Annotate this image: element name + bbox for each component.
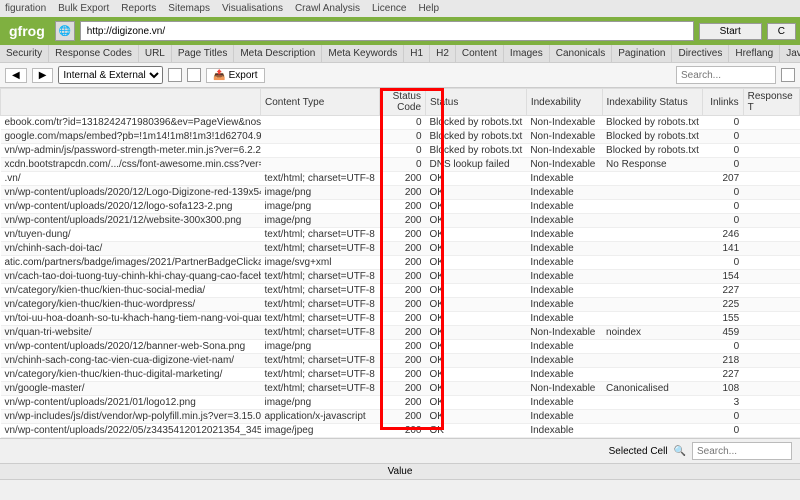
table-row[interactable]: vn/wp-content/uploads/2020/12/logo-sofa1… <box>1 200 800 214</box>
table-row[interactable]: vn/chinh-sach-cong-tac-vien-cua-digizone… <box>1 354 800 368</box>
table-row[interactable]: ebook.com/tr?id=1318242471980396&ev=Page… <box>1 116 800 130</box>
menu-visualisations[interactable]: Visualisations <box>222 3 283 14</box>
menu-figuration[interactable]: figuration <box>5 3 46 14</box>
tree-icon[interactable] <box>168 68 182 82</box>
list-icon[interactable] <box>187 68 201 82</box>
globe-icon[interactable]: 🌐 <box>55 21 75 41</box>
menu-bulk-export[interactable]: Bulk Export <box>58 3 109 14</box>
settings-icon[interactable] <box>781 68 795 82</box>
prev-button[interactable]: ◀ <box>5 68 27 83</box>
start-button[interactable]: Start <box>699 23 762 40</box>
table-row[interactable]: vn/wp-content/uploads/2021/01/logo12.png… <box>1 396 800 410</box>
value-column-header: Value <box>0 463 800 480</box>
menu-crawl-analysis[interactable]: Crawl Analysis <box>295 3 360 14</box>
tab-bar: SecurityResponse CodesURLPage TitlesMeta… <box>0 45 800 63</box>
tab-meta-description[interactable]: Meta Description <box>234 45 322 62</box>
url-bar: gfrog 🌐 Start C <box>0 17 800 45</box>
menu-help[interactable]: Help <box>418 3 439 14</box>
table-row[interactable]: vn/wp-content/uploads/2020/12/banner-web… <box>1 340 800 354</box>
table-row[interactable]: .vn/text/html; charset=UTF-8200OKIndexab… <box>1 172 800 186</box>
tab-page-titles[interactable]: Page Titles <box>172 45 234 62</box>
table-row[interactable]: vn/category/kien-thuc/kien-thuc-digital-… <box>1 368 800 382</box>
table-row[interactable]: vn/wp-admin/js/password-strength-meter.m… <box>1 144 800 158</box>
tab-url[interactable]: URL <box>139 45 172 62</box>
tab-meta-keywords[interactable]: Meta Keywords <box>322 45 404 62</box>
app-logo: gfrog <box>4 23 50 39</box>
menu-sitemaps[interactable]: Sitemaps <box>168 3 210 14</box>
clear-button[interactable]: C <box>767 23 796 40</box>
search-icon: 🔍 <box>674 446 686 457</box>
col-header[interactable] <box>1 89 261 116</box>
bottom-search-input[interactable] <box>692 442 792 460</box>
col-header[interactable]: Inlinks <box>703 89 743 116</box>
menu-licence[interactable]: Licence <box>372 3 406 14</box>
results-table: Content TypeStatus CodeStatusIndexabilit… <box>0 88 800 438</box>
next-button[interactable]: ▶ <box>32 68 54 83</box>
tab-security[interactable]: Security <box>0 45 49 62</box>
table-row[interactable]: vn/wp-content/uploads/2020/12/Logo-Digiz… <box>1 186 800 200</box>
tab-canonicals[interactable]: Canonicals <box>550 45 612 62</box>
table-row[interactable]: vn/wp-content/uploads/2022/04/Zalo_logo_… <box>1 438 800 439</box>
table-row[interactable]: vn/wp-content/uploads/2021/12/website-30… <box>1 214 800 228</box>
col-header[interactable]: Status Code <box>379 89 425 116</box>
col-header[interactable]: Content Type <box>261 89 380 116</box>
tab-content[interactable]: Content <box>456 45 504 62</box>
col-header[interactable]: Indexability Status <box>602 89 703 116</box>
table-row[interactable]: vn/category/kien-thuc/kien-thuc-wordpres… <box>1 298 800 312</box>
tab-pagination[interactable]: Pagination <box>612 45 672 62</box>
tab-hreflang[interactable]: Hreflang <box>729 45 780 62</box>
tab-response-codes[interactable]: Response Codes <box>49 45 139 62</box>
table-row[interactable]: vn/google-master/text/html; charset=UTF-… <box>1 382 800 396</box>
url-input[interactable] <box>80 21 694 41</box>
table-row[interactable]: xcdn.bootstrapcdn.com/.../css/font-aweso… <box>1 158 800 172</box>
table-row[interactable]: vn/wp-content/uploads/2022/05/z343541201… <box>1 424 800 438</box>
table-row[interactable]: vn/category/kien-thuc/kien-thuc-social-m… <box>1 284 800 298</box>
table-row[interactable]: vn/toi-uu-hoa-doanh-so-tu-khach-hang-tie… <box>1 312 800 326</box>
selected-cells-label: Selected Cell <box>609 446 668 457</box>
table-row[interactable]: vn/tuyen-dung/text/html; charset=UTF-820… <box>1 228 800 242</box>
col-header[interactable]: Response T <box>743 89 799 116</box>
toolbar: ◀ ▶ Internal & External 📤 Export <box>0 63 800 88</box>
results-table-wrap: Content TypeStatus CodeStatusIndexabilit… <box>0 88 800 438</box>
table-row[interactable]: google.com/maps/embed?pb=!1m14!1m8!1m3!1… <box>1 130 800 144</box>
col-header[interactable]: Status <box>426 89 527 116</box>
search-input[interactable] <box>676 66 776 84</box>
tab-directives[interactable]: Directives <box>672 45 729 62</box>
filter-select[interactable]: Internal & External <box>58 66 163 84</box>
table-row[interactable]: vn/chinh-sach-doi-tac/text/html; charset… <box>1 242 800 256</box>
tab-images[interactable]: Images <box>504 45 550 62</box>
tab-h2[interactable]: H2 <box>430 45 456 62</box>
col-header[interactable]: Indexability <box>526 89 602 116</box>
bottom-panel: Selected Cell 🔍 Value <box>0 438 800 480</box>
export-button[interactable]: 📤 Export <box>206 68 264 83</box>
menubar: figuration Bulk Export Reports Sitemaps Visu… <box>0 0 800 17</box>
table-row[interactable]: atic.com/partners/badge/images/2021/Part… <box>1 256 800 270</box>
menu-reports[interactable]: Reports <box>121 3 156 14</box>
tab-javascript[interactable]: JavaScript <box>780 45 800 62</box>
tab-h1[interactable]: H1 <box>404 45 430 62</box>
table-row[interactable]: vn/cach-tao-doi-tuong-tuy-chinh-khi-chay… <box>1 270 800 284</box>
table-row[interactable]: vn/quan-tri-website/text/html; charset=U… <box>1 326 800 340</box>
table-row[interactable]: vn/wp-includes/js/dist/vendor/wp-polyfil… <box>1 410 800 424</box>
